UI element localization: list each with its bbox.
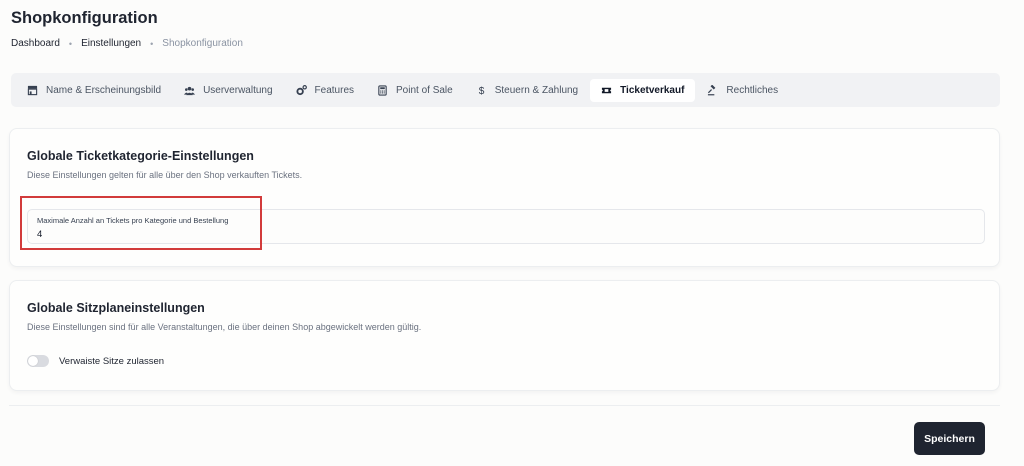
- card-description: Diese Einstellungen sind für alle Verans…: [27, 322, 422, 332]
- orphan-seats-toggle[interactable]: [27, 355, 49, 367]
- gears-icon: [296, 84, 307, 96]
- users-icon: [184, 85, 196, 96]
- page-title: Shopkonfiguration: [11, 9, 158, 27]
- tab-legal[interactable]: Rechtliches: [696, 79, 789, 102]
- tab-label: Steuern & Zahlung: [494, 84, 579, 96]
- tab-label: Name & Erscheinungsbild: [46, 84, 162, 96]
- seating-settings-card: Globale Sitzplaneinstellungen Diese Eins…: [9, 280, 1000, 391]
- tab-label: Userverwaltung: [203, 84, 273, 96]
- tab-point-of-sale[interactable]: Point of Sale: [366, 79, 464, 102]
- tab-features[interactable]: Features: [285, 79, 365, 102]
- dollar-icon: $: [476, 85, 487, 96]
- ticket-icon: [601, 85, 612, 96]
- card-description: Diese Einstellungen gelten für alle über…: [27, 170, 303, 180]
- tab-label: Ticketverkauf: [620, 84, 685, 96]
- gavel-icon: [707, 84, 718, 96]
- breadcrumb: Dashboard • Einstellungen • Shopkonfigur…: [11, 38, 243, 49]
- card-title: Globale Sitzplaneinstellungen: [27, 301, 205, 315]
- breadcrumb-dashboard[interactable]: Dashboard: [11, 38, 60, 49]
- orphan-seats-label: Verwaiste Sitze zulassen: [59, 355, 165, 367]
- breadcrumb-einstellungen[interactable]: Einstellungen: [81, 38, 141, 49]
- tab-bar: Name & Erscheinungsbild Userverwaltung F…: [11, 73, 1000, 107]
- tab-label: Features: [314, 84, 355, 96]
- breadcrumb-separator: •: [68, 38, 73, 49]
- divider: [9, 405, 1000, 406]
- svg-text:$: $: [478, 86, 484, 96]
- card-title: Globale Ticketkategorie-Einstellungen: [27, 149, 254, 163]
- tab-label: Point of Sale: [396, 84, 453, 96]
- toggle-knob: [28, 356, 38, 366]
- save-button[interactable]: Speichern: [914, 422, 985, 455]
- storefront-icon: [27, 85, 38, 96]
- breadcrumb-current: Shopkonfiguration: [162, 38, 243, 49]
- tab-user-management[interactable]: Userverwaltung: [173, 79, 283, 102]
- tab-taxes-payment[interactable]: $ Steuern & Zahlung: [465, 79, 589, 102]
- tab-label: Rechtliches: [726, 84, 779, 96]
- orphan-seats-row: Verwaiste Sitze zulassen: [27, 355, 164, 367]
- cash-register-icon: [377, 84, 388, 96]
- tab-name-appearance[interactable]: Name & Erscheinungsbild: [16, 79, 172, 102]
- tab-ticket-sales[interactable]: Ticketverkauf: [590, 78, 696, 102]
- highlight-box: [20, 196, 262, 250]
- breadcrumb-separator: •: [150, 38, 154, 49]
